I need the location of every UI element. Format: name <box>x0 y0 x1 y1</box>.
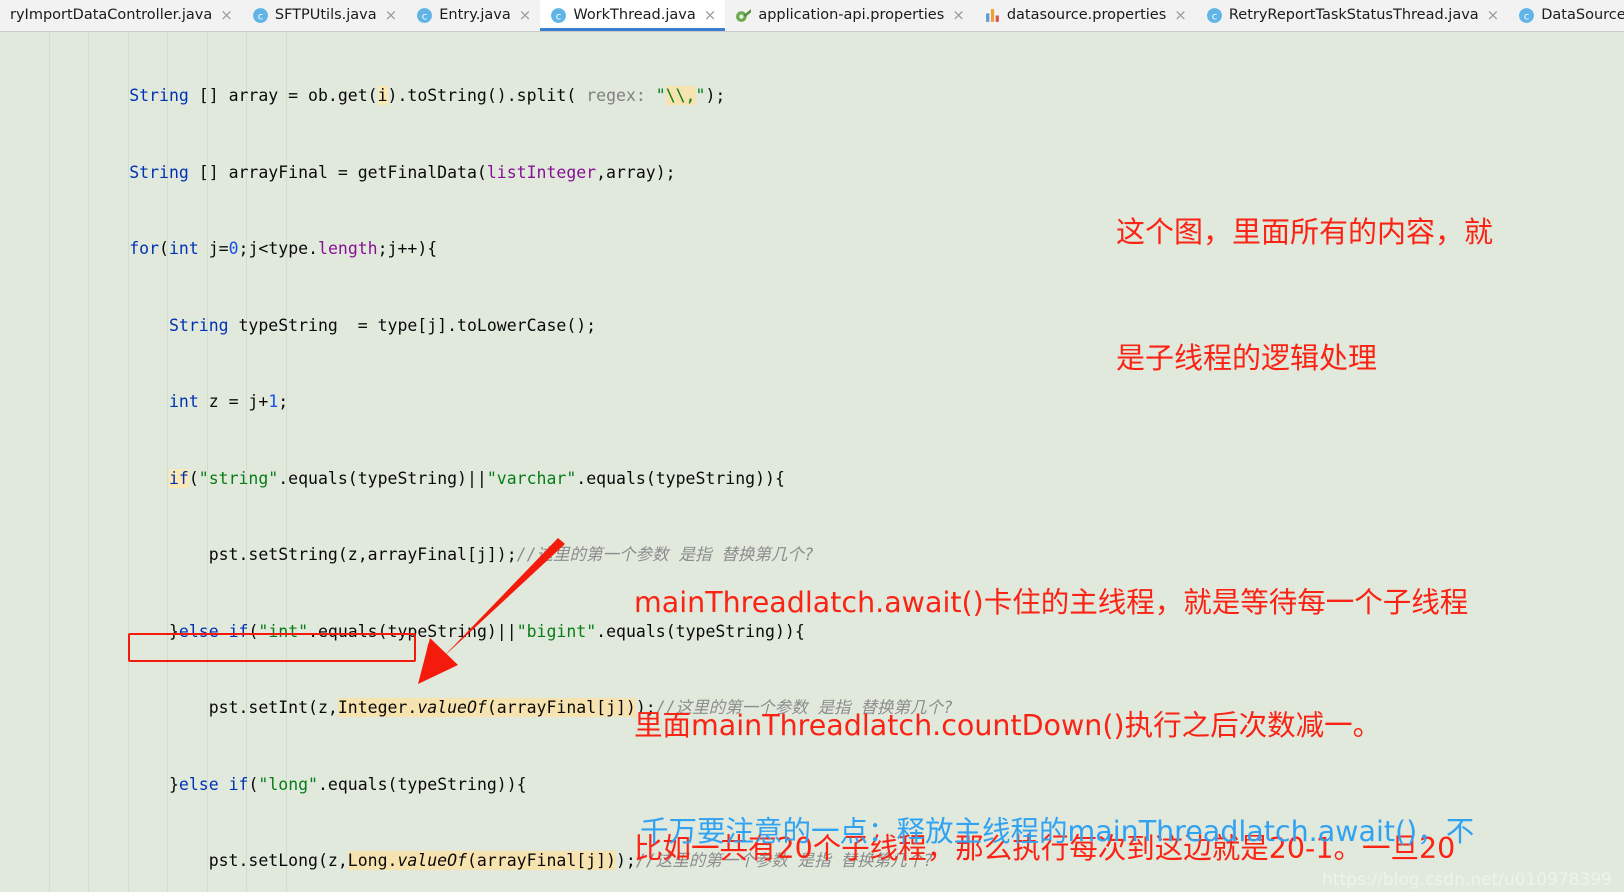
datasource-properties-icon <box>985 9 999 22</box>
annotation-top-line: 是子线程的逻辑处理 <box>1116 341 1378 375</box>
ide-window: ryImportDataController.java × c SFTPUtils.j… <box>0 0 1624 892</box>
java-class-icon: c <box>252 8 268 23</box>
close-icon[interactable]: × <box>704 8 717 23</box>
editor-tab-7[interactable]: c DataSourceC <box>1508 0 1624 31</box>
editor-tab-3[interactable]: c WorkThread.java × <box>540 0 726 31</box>
close-icon[interactable]: × <box>385 8 398 23</box>
annotation-middle-line: mainThreadlatch.await()卡住的主线程，就是等待每一个子线程 <box>634 586 1469 619</box>
editor-tab-1[interactable]: c SFTPUtils.java × <box>241 0 407 31</box>
annotation-top: 这个图，里面所有的内容，就 是子线程的逻辑处理 <box>1116 127 1493 463</box>
close-icon[interactable]: × <box>952 8 965 23</box>
editor-tab-label: RetryReportTaskStatusThread.java <box>1228 7 1479 24</box>
java-class-icon: c <box>1206 7 1223 24</box>
editor-tab-label: ryImportDataController.java <box>10 7 213 24</box>
editor-tab-0[interactable]: ryImportDataController.java × <box>0 0 242 31</box>
code-editor[interactable]: String [] array = ob.get(i).toString().s… <box>0 32 1624 892</box>
datasource-properties-icon <box>984 7 1001 24</box>
java-class-icon: c <box>551 8 567 23</box>
editor-tab-label: Entry.java <box>439 7 511 24</box>
annotation-bottom-line: 千万要注意的一点：释放主线程的mainThreadlatch.await()，不 <box>640 815 1475 848</box>
java-class-icon: c <box>1518 7 1535 24</box>
editor-tab-4[interactable]: application-api.properties × <box>725 0 974 31</box>
svg-text:c: c <box>1524 11 1530 22</box>
svg-text:c: c <box>1212 11 1218 22</box>
close-icon[interactable]: × <box>1174 8 1187 23</box>
java-class-icon: c <box>1206 8 1222 23</box>
editor-tab-2[interactable]: c Entry.java × <box>406 0 541 31</box>
properties-file-icon <box>736 9 752 22</box>
java-class-icon: c <box>252 7 269 24</box>
java-class-icon: c <box>550 7 567 24</box>
svg-text:c: c <box>556 11 562 22</box>
code-line: if("string".equals(typeString)||"varchar… <box>168 468 785 488</box>
annotation-bottom: 千万要注意的一点：释放主线程的mainThreadlatch.await()，不… <box>640 729 1474 892</box>
editor-tab-bar[interactable]: ryImportDataController.java × c SFTPUtils.j… <box>0 0 1624 32</box>
annotation-top-line: 这个图，里面所有的内容，就 <box>1116 215 1494 249</box>
java-class-icon: c <box>1519 8 1535 23</box>
red-highlight-box <box>128 633 416 662</box>
java-class-icon: c <box>417 8 433 23</box>
editor-tab-label: DataSourceC <box>1541 7 1624 24</box>
java-class-icon: c <box>416 7 433 24</box>
svg-text:c: c <box>422 11 428 22</box>
close-icon[interactable]: × <box>1487 8 1500 23</box>
code-line: String [] array = ob.get(i).toString().s… <box>129 86 726 105</box>
close-icon[interactable]: × <box>519 8 532 23</box>
close-icon[interactable]: × <box>220 8 233 23</box>
editor-tab-6[interactable]: c RetryReportTaskStatusThread.java × <box>1195 0 1509 31</box>
editor-tab-label: WorkThread.java <box>573 7 696 24</box>
svg-text:c: c <box>258 11 264 22</box>
editor-tab-label: SFTPUtils.java <box>274 7 377 24</box>
properties-file-icon <box>735 7 752 24</box>
watermark: https://blog.csdn.net/u010978399 <box>1322 870 1612 890</box>
editor-tab-label: datasource.properties <box>1006 7 1167 24</box>
editor-tab-5[interactable]: datasource.properties × <box>973 0 1196 31</box>
editor-tab-label: application-api.properties <box>758 7 945 24</box>
